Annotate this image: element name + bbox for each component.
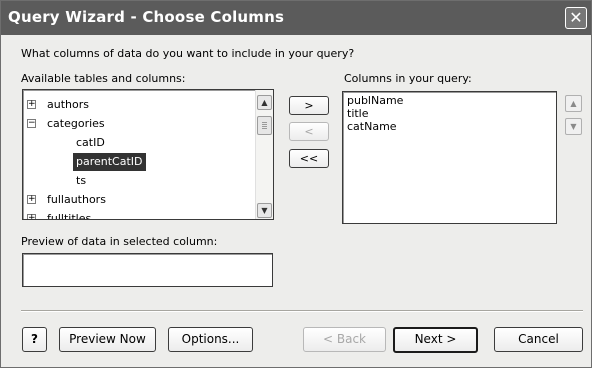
query-columns-label: Columns in your query: (344, 72, 472, 85)
tree-item-label: categories (47, 117, 105, 130)
add-column-button[interactable]: > (289, 96, 329, 115)
tree-item-label: ts (76, 174, 87, 187)
next-button[interactable]: Next > (393, 327, 478, 353)
available-columns-tree[interactable]: + authors − categories catID parentCatID… (22, 89, 274, 220)
tree-item-catid[interactable]: catID (23, 134, 253, 152)
tree-item-label: authors (47, 98, 89, 111)
remove-all-columns-button[interactable]: << (289, 149, 329, 168)
tree-item-ts[interactable]: ts (23, 172, 253, 190)
help-icon[interactable]: ? (22, 327, 47, 352)
options-button[interactable]: Options... (168, 327, 253, 352)
tree-scrollbar[interactable]: ▲ ▼ (255, 90, 273, 219)
divider (21, 310, 583, 312)
tree-item-label: fullauthors (47, 193, 106, 206)
expand-icon[interactable]: + (27, 195, 36, 204)
tree-item-parentcatid[interactable]: parentCatID (23, 153, 253, 171)
preview-now-button[interactable]: Preview Now (59, 327, 156, 352)
collapse-icon[interactable]: − (27, 119, 36, 128)
tree-item-label: fulltitles (47, 212, 92, 220)
tree-item-fullauthors[interactable]: + fullauthors (23, 191, 253, 209)
window-title: Query Wizard - Choose Columns (8, 8, 285, 26)
expand-icon[interactable]: + (27, 214, 36, 219)
move-down-icon[interactable]: ▼ (565, 118, 582, 135)
tree-item-categories[interactable]: − categories (23, 115, 253, 133)
scroll-thumb[interactable] (257, 116, 272, 135)
move-up-icon[interactable]: ▲ (565, 95, 582, 112)
available-columns-label: Available tables and columns: (21, 72, 186, 85)
list-item[interactable]: catName (347, 120, 397, 133)
tree-item-authors[interactable]: + authors (23, 96, 253, 114)
title-bar: Query Wizard - Choose Columns ✕ (1, 1, 591, 35)
expand-icon[interactable]: + (27, 100, 36, 109)
cancel-button[interactable]: Cancel (494, 327, 583, 352)
scroll-up-icon[interactable]: ▲ (257, 95, 272, 110)
tree-item-fulltitles[interactable]: + fulltitles (23, 210, 253, 220)
list-item[interactable]: title (347, 107, 369, 120)
scroll-down-icon[interactable]: ▼ (257, 203, 272, 218)
tree-item-label-selected: parentCatID (73, 153, 146, 171)
preview-label: Preview of data in selected column: (21, 235, 218, 248)
query-wizard-dialog: Query Wizard - Choose Columns ✕ What col… (0, 0, 592, 368)
tree-item-label: catID (76, 136, 105, 149)
back-button[interactable]: < Back (303, 327, 386, 352)
close-icon[interactable]: ✕ (565, 7, 587, 29)
list-item[interactable]: publName (347, 94, 403, 107)
remove-column-button[interactable]: < (289, 122, 329, 141)
query-columns-list[interactable]: publName title catName (342, 91, 557, 224)
preview-data-box (22, 253, 273, 287)
prompt-text: What columns of data do you want to incl… (21, 47, 355, 60)
